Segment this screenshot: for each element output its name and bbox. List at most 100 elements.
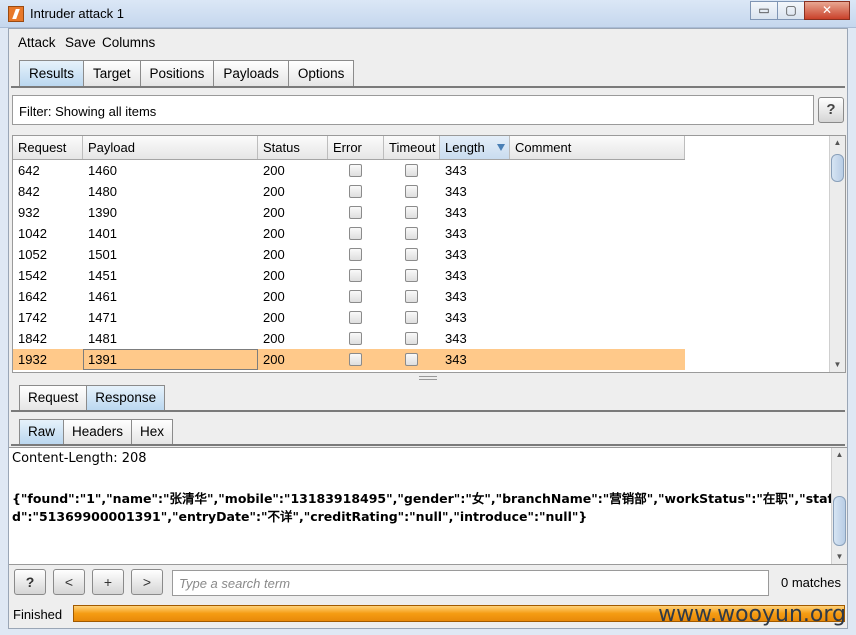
- table-row[interactable]: 1042 1401 200 343: [13, 223, 685, 244]
- cell-payload: 1481: [88, 331, 117, 346]
- timeout-checkbox[interactable]: [405, 290, 418, 303]
- col-status[interactable]: Status: [258, 136, 328, 159]
- tab-request[interactable]: Request: [19, 385, 88, 411]
- timeout-checkbox[interactable]: [405, 227, 418, 240]
- error-checkbox[interactable]: [349, 227, 362, 240]
- error-checkbox[interactable]: [349, 332, 362, 345]
- table-row[interactable]: 1642 1461 200 343: [13, 286, 685, 307]
- error-checkbox[interactable]: [349, 353, 362, 366]
- main-tabs: Results Target Positions Payloads Option…: [19, 60, 355, 87]
- timeout-checkbox[interactable]: [405, 164, 418, 177]
- scroll-down-icon[interactable]: ▼: [830, 358, 845, 372]
- tab-results[interactable]: Results: [19, 60, 85, 87]
- menu-attack[interactable]: Attack: [18, 35, 56, 50]
- cell-length: 343: [445, 226, 467, 241]
- table-scrollbar[interactable]: ▲ ▼: [829, 136, 845, 372]
- scroll-up-icon[interactable]: ▲: [830, 136, 845, 150]
- response-scroll-down-icon[interactable]: ▼: [832, 550, 847, 564]
- response-body-line-2: d":"51369900001391","entryDate":"不详","cr…: [12, 509, 588, 524]
- table-row[interactable]: 932 1390 200 343: [13, 202, 685, 223]
- cell-payload: 1501: [88, 247, 117, 262]
- table-row[interactable]: 1542 1451 200 343: [13, 265, 685, 286]
- response-header-line: Content-Length: 208: [12, 451, 147, 466]
- cell-status: 200: [263, 352, 285, 367]
- cell-length: 343: [445, 310, 467, 325]
- tab-response[interactable]: Response: [86, 385, 166, 411]
- table-row[interactable]: 1842 1481 200 343: [13, 328, 685, 349]
- table-row[interactable]: 842 1480 200 343: [13, 181, 685, 202]
- tab-options[interactable]: Options: [287, 60, 355, 87]
- window-controls: ▭ ▢ ✕: [750, 1, 850, 20]
- cell-payload: 1401: [88, 226, 117, 241]
- filter-bar[interactable]: Filter: Showing all items: [12, 95, 814, 125]
- cell-payload: 1461: [88, 289, 117, 304]
- sort-descending-icon: [497, 144, 505, 151]
- error-checkbox[interactable]: [349, 206, 362, 219]
- search-help-button[interactable]: ?: [14, 569, 46, 595]
- timeout-checkbox[interactable]: [405, 206, 418, 219]
- table-row[interactable]: 1742 1471 200 343: [13, 307, 685, 328]
- filter-help-button[interactable]: ?: [818, 97, 844, 123]
- tab-raw[interactable]: Raw: [19, 419, 65, 445]
- cell-payload: 1460: [88, 163, 117, 178]
- search-add-button[interactable]: +: [92, 569, 124, 595]
- response-viewer[interactable]: Content-Length: 208 {"found":"1","name":…: [9, 447, 847, 565]
- error-checkbox[interactable]: [349, 164, 362, 177]
- response-body-line-1: {"found":"1","name":"张清华","mobile":"1318…: [12, 491, 843, 506]
- search-next-button[interactable]: >: [131, 569, 163, 595]
- pane-split-handle[interactable]: [419, 376, 437, 380]
- cell-payload: 1471: [88, 310, 117, 325]
- close-button[interactable]: ✕: [804, 1, 850, 20]
- timeout-checkbox[interactable]: [405, 311, 418, 324]
- cell-status: 200: [263, 289, 285, 304]
- timeout-checkbox[interactable]: [405, 248, 418, 261]
- table-header: Request Payload Status Error Timeout Len…: [13, 136, 685, 160]
- burp-app-icon: [8, 6, 24, 22]
- cell-status: 200: [263, 310, 285, 325]
- tab-positions[interactable]: Positions: [139, 60, 215, 87]
- menu-columns[interactable]: Columns: [102, 35, 155, 50]
- search-prev-button[interactable]: <: [53, 569, 85, 595]
- timeout-checkbox[interactable]: [405, 353, 418, 366]
- table-row[interactable]: 1932 1391 200 343: [13, 349, 685, 370]
- attack-window: Attack Save Columns Results Target Posit…: [8, 28, 848, 629]
- maximize-button[interactable]: ▢: [777, 1, 805, 20]
- title-bar: Intruder attack 1 ▭ ▢ ✕: [0, 0, 856, 28]
- error-checkbox[interactable]: [349, 269, 362, 282]
- response-scroll-up-icon[interactable]: ▲: [832, 448, 847, 462]
- cell-length: 343: [445, 352, 467, 367]
- timeout-checkbox[interactable]: [405, 269, 418, 282]
- error-checkbox[interactable]: [349, 248, 362, 261]
- col-length[interactable]: Length: [440, 136, 510, 159]
- tab-payloads[interactable]: Payloads: [213, 60, 289, 87]
- search-input[interactable]: [172, 570, 769, 596]
- col-comment[interactable]: Comment: [510, 136, 685, 159]
- cell-request: 1052: [18, 247, 47, 262]
- col-request[interactable]: Request: [13, 136, 83, 159]
- col-timeout[interactable]: Timeout: [384, 136, 440, 159]
- cell-status: 200: [263, 163, 285, 178]
- table-row[interactable]: 642 1460 200 343: [13, 160, 685, 181]
- table-row[interactable]: 1052 1501 200 343: [13, 244, 685, 265]
- error-checkbox[interactable]: [349, 185, 362, 198]
- col-error[interactable]: Error: [328, 136, 384, 159]
- col-payload[interactable]: Payload: [83, 136, 258, 159]
- error-checkbox[interactable]: [349, 290, 362, 303]
- menu-save[interactable]: Save: [65, 35, 96, 50]
- response-scrollbar[interactable]: ▲ ▼: [831, 448, 847, 564]
- cell-request: 642: [18, 163, 40, 178]
- error-checkbox[interactable]: [349, 311, 362, 324]
- tab-target[interactable]: Target: [83, 60, 141, 87]
- cell-length: 343: [445, 331, 467, 346]
- cell-length: 343: [445, 268, 467, 283]
- minimize-button[interactable]: ▭: [750, 1, 778, 20]
- tab-headers[interactable]: Headers: [63, 419, 133, 445]
- table-scroll-thumb[interactable]: [831, 154, 844, 182]
- timeout-checkbox[interactable]: [405, 185, 418, 198]
- response-scroll-thumb[interactable]: [833, 496, 846, 546]
- cell-payload: 1480: [88, 184, 117, 199]
- window-title: Intruder attack 1: [30, 6, 124, 21]
- cell-payload: 1391: [83, 349, 258, 370]
- tab-hex[interactable]: Hex: [131, 419, 174, 445]
- timeout-checkbox[interactable]: [405, 332, 418, 345]
